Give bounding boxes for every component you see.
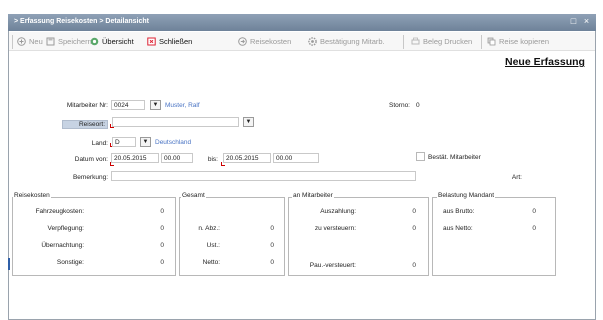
employee-dropdown-button[interactable]: ▼: [150, 100, 161, 110]
toolbar-separator: [403, 35, 404, 49]
remark-input[interactable]: [111, 171, 416, 181]
plus-circle-icon: [17, 37, 26, 46]
new-label: Neu: [29, 37, 43, 46]
gross-deduction-label: n. Abz.:: [198, 225, 220, 232]
net-value: 0: [270, 259, 274, 266]
print-voucher-label: Beleg Drucken: [423, 37, 473, 46]
from-net-label: aus Netto:: [443, 225, 473, 232]
travel-location-input[interactable]: [112, 117, 239, 127]
employee-number-label: Mitarbeiter Nr:: [66, 102, 108, 109]
overview-label: Übersicht: [102, 37, 134, 46]
overview-icon: [90, 37, 99, 46]
gross-deduction-value: 0: [270, 225, 274, 232]
accommodation-value: 0: [160, 242, 164, 249]
close-button[interactable]: Schließen: [147, 36, 192, 47]
total-group-title: Gesamt: [181, 192, 206, 199]
close-window-button[interactable]: ×: [582, 17, 591, 26]
copy-trip-label: Reise kopieren: [499, 37, 550, 46]
storno-value: 0: [416, 102, 420, 109]
print-voucher-button[interactable]: Beleg Drucken: [411, 36, 472, 47]
net-label: Netto:: [202, 259, 220, 266]
remark-label: Bemerkung:: [72, 174, 108, 181]
country-label: Land:: [91, 140, 108, 147]
vehicle-costs-label: Fahrzeugkosten:: [35, 208, 84, 215]
payout-value: 0: [412, 208, 416, 215]
date-to-label: bis:: [207, 156, 218, 163]
country-dropdown-button[interactable]: ▼: [140, 137, 151, 147]
storno-label: Storno:: [389, 102, 410, 109]
travel-location-dropdown-button[interactable]: ▼: [243, 117, 254, 127]
close-form-icon: [147, 37, 156, 46]
copy-icon: [487, 37, 496, 46]
floppy-disk-icon: [46, 37, 55, 46]
save-button[interactable]: Speichern: [46, 36, 92, 47]
employee-group-title: an Mitarbeiter: [292, 192, 334, 199]
vat-label: Ust.:: [206, 242, 220, 249]
save-label: Speichern: [58, 37, 92, 46]
type-label: Art:: [511, 174, 522, 181]
client-charge-group-title: Belastung Mandant: [437, 192, 496, 199]
time-to-input[interactable]: 00.00: [273, 153, 319, 163]
new-entry-link[interactable]: Neue Erfassung: [505, 56, 585, 68]
window-title: > Erfassung Reisekosten > Detailansicht: [14, 18, 149, 25]
travel-location-label: Reiseort:: [62, 120, 108, 129]
taxable-value: 0: [412, 225, 416, 232]
from-gross-value: 0: [532, 208, 536, 215]
country-name: Deutschland: [155, 139, 192, 146]
restore-button[interactable]: □: [569, 17, 578, 26]
print-icon: [411, 37, 420, 46]
confirm-gear-icon: [308, 37, 317, 46]
toolbar-separator: [12, 35, 13, 49]
country-code-input[interactable]: D: [112, 137, 136, 147]
date-from-input[interactable]: 20.05.2015: [111, 153, 159, 163]
chevron-down-icon: ▼: [152, 102, 159, 108]
overview-button[interactable]: Übersicht: [90, 36, 134, 47]
confirmed-checkbox[interactable]: [416, 152, 425, 161]
date-to-input[interactable]: 20.05.2015: [223, 153, 271, 163]
new-button[interactable]: Neu: [17, 36, 43, 47]
other-costs-value: 0: [160, 259, 164, 266]
meals-label: Verpflegung:: [47, 225, 84, 232]
close-label: Schließen: [159, 37, 193, 46]
vehicle-costs-value: 0: [160, 208, 164, 215]
flat-taxed-value: 0: [412, 262, 416, 269]
confirm-employee-label: Bestätigung Mitarb.: [320, 37, 385, 46]
taxable-label: zu versteuern:: [314, 225, 356, 232]
other-costs-label: Sonstige:: [56, 259, 84, 266]
travel-costs-label: Reisekosten: [250, 37, 292, 46]
arrow-circle-icon: [238, 37, 247, 46]
vat-value: 0: [270, 242, 274, 249]
copy-trip-button[interactable]: Reise kopieren: [487, 36, 549, 47]
payout-label: Auszahlung:: [320, 208, 356, 215]
chevron-down-icon: ▼: [245, 119, 252, 125]
flat-taxed-label: Pau.-versteuert:: [309, 262, 356, 269]
employee-name: Muster, Ralf: [165, 102, 200, 109]
date-from-label: Datum von:: [74, 156, 108, 163]
confirmed-label: Bestät. Mitarbeiter: [428, 154, 481, 161]
travel-costs-button[interactable]: Reisekosten: [238, 36, 291, 47]
travel-costs-group-title: Reisekosten: [13, 192, 51, 199]
employee-number-input[interactable]: 0024: [111, 100, 145, 110]
from-gross-label: aus Brutto:: [443, 208, 475, 215]
time-from-input[interactable]: 00.00: [161, 153, 193, 163]
focus-marker: [8, 258, 10, 270]
from-net-value: 0: [532, 225, 536, 232]
confirm-employee-button[interactable]: Bestätigung Mitarb.: [308, 36, 385, 47]
chevron-down-icon: ▼: [142, 139, 149, 145]
accommodation-label: Übernachtung:: [41, 242, 84, 249]
toolbar-separator: [481, 35, 482, 49]
meals-value: 0: [160, 225, 164, 232]
